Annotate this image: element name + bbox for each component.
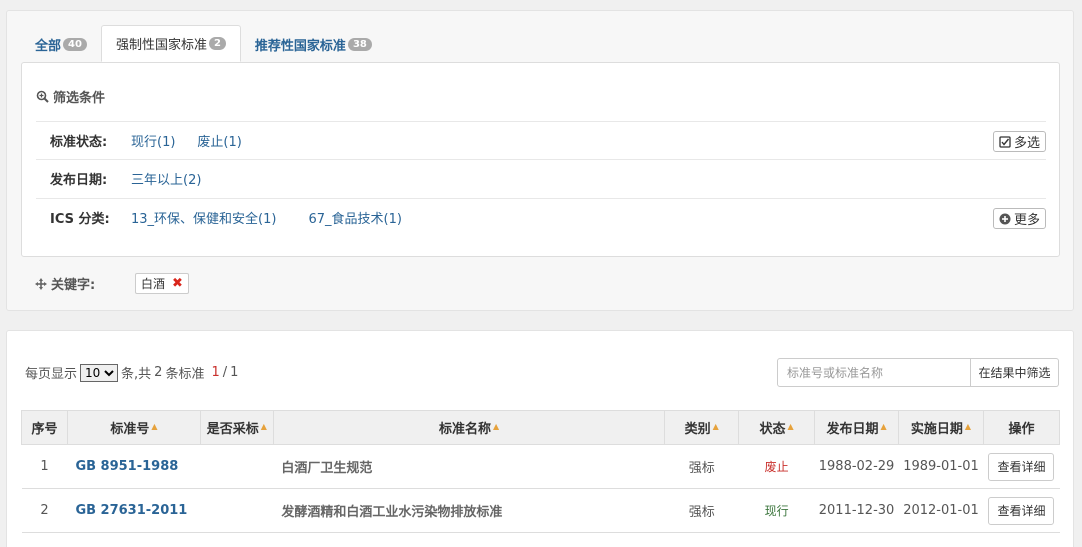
row-publish-date: 1988-02-29 (814, 444, 899, 489)
col-code[interactable]: 标准号 ▲ (66, 410, 201, 445)
filter-option-ics-67[interactable]: 67_食品技术(1) (308, 208, 401, 227)
tab-all[interactable]: 全部 40 (21, 25, 101, 63)
row-adopted (200, 444, 274, 489)
col-action: 操作 (982, 410, 1061, 445)
filter-option-active[interactable]: 现行(1) (131, 131, 175, 150)
keyword-label-text: 关键字: (51, 278, 96, 293)
view-detail-button[interactable]: 查看详细 (988, 452, 1055, 481)
row-effective-date: 2012-01-01 (898, 488, 984, 533)
standard-code-link[interactable]: GB 8951-1988 (67, 444, 201, 489)
standard-type-tabs: 全部 40 强制性国家标准 2 推荐性国家标准 38 (21, 25, 386, 63)
tab-mandatory[interactable]: 强制性国家标准 2 (100, 25, 241, 62)
tab-label: 推荐性国家标准 (254, 38, 346, 54)
total-unit: 条标准 (165, 367, 205, 382)
row-type: 强标 (664, 444, 739, 489)
keyword-tag-text: 白酒 (141, 277, 166, 291)
col-type[interactable]: 类别 ▲ (664, 410, 740, 445)
row-type: 强标 (664, 488, 739, 533)
count-badge: 2 (208, 37, 226, 50)
move-arrows-icon (35, 277, 47, 290)
row-action: 查看详细 (983, 444, 1060, 489)
row-adopted (200, 488, 274, 533)
row-status: 废止 (738, 444, 815, 489)
filter-option-abolished[interactable]: 废止(1) (197, 131, 241, 150)
keyword-label: 关键字: (35, 274, 130, 293)
total-prefix: 条,共 (121, 367, 152, 382)
table-row: 1 GB 8951-1988 白酒厂卫生规范 强标 废止 1988-02-29 … (21, 444, 1060, 489)
filter-label: ICS 分类: (50, 212, 110, 227)
filter-in-results-button[interactable]: 在结果中筛选 (971, 358, 1059, 387)
tab-label: 全部 (35, 38, 62, 54)
button-label: 更多 (1013, 213, 1040, 228)
standards-table: 序号 标准号 ▲ 是否采标 ▲ 标准名称 ▲ 类别 ▲ 状态 ▲ 发布日期 ▲ 实施日期 ▲ … (21, 410, 1061, 533)
keyword-tag: 白酒 ✖ (135, 273, 189, 294)
multi-select-button[interactable]: 多选 (992, 131, 1046, 152)
filter-row-ics: ICS 分类: 13_环保、保健和安全(1) 67_食品技术(1) 更多 (36, 198, 1046, 236)
table-row: 2 GB 27631-2011 发酵酒精和白酒工业水污染物排放标准 强标 现行 … (21, 488, 1060, 533)
status-badge: 废止 (764, 460, 789, 474)
status-badge: 现行 (764, 504, 789, 518)
sort-icon[interactable]: ▲ (261, 422, 267, 431)
col-index: 序号 (21, 410, 68, 445)
checkbox-edit-icon (999, 135, 1011, 148)
search-input[interactable] (777, 358, 971, 387)
filter-option-ics-13[interactable]: 13_环保、保健和安全(1) (131, 208, 276, 227)
sort-icon[interactable]: ▲ (151, 422, 157, 431)
button-label: 多选 (1013, 136, 1040, 151)
col-effective-date[interactable]: 实施日期 ▲ (898, 410, 984, 445)
sort-icon[interactable]: ▲ (965, 422, 971, 431)
sort-icon[interactable]: ▲ (493, 422, 499, 431)
table-header-row: 序号 标准号 ▲ 是否采标 ▲ 标准名称 ▲ 类别 ▲ 状态 ▲ 发布日期 ▲ 实施日期 ▲ … (21, 410, 1061, 445)
results-panel: 每页显示 10 条,共 2 条标准 1 / 1 在结果中筛选 序号 标准号▲ 是… (6, 330, 1074, 547)
search-icon (36, 90, 49, 103)
sort-icon[interactable]: ▲ (713, 422, 719, 431)
filter-label: 标准状态: (50, 135, 108, 150)
pagination-info: 每页显示 10 条,共 2 条标准 1 / 1 (25, 363, 238, 382)
page-size-select[interactable]: 10 (80, 363, 119, 382)
filter-option-over-three-years[interactable]: 三年以上(2) (131, 169, 201, 188)
remove-keyword-icon[interactable]: ✖ (172, 276, 183, 291)
more-button[interactable]: 更多 (992, 208, 1046, 229)
count-badge: 38 (347, 37, 372, 51)
col-name[interactable]: 标准名称 ▲ (272, 410, 666, 445)
filter-row-date: 发布日期: 三年以上(2) (36, 159, 1046, 197)
filter-title: 筛选条件 (36, 87, 105, 106)
view-detail-button[interactable]: 查看详细 (988, 496, 1055, 525)
row-status: 现行 (738, 488, 815, 533)
tab-recommended[interactable]: 推荐性国家标准 38 (241, 25, 386, 63)
page-separator: / (222, 365, 228, 380)
total-count: 2 (154, 365, 163, 380)
count-badge: 40 (63, 37, 87, 51)
standard-name: 发酵酒精和白酒工业水污染物排放标准 (273, 488, 665, 533)
current-page: 1 (211, 365, 220, 380)
sort-icon[interactable]: ▲ (788, 422, 794, 431)
tab-label: 强制性国家标准 (115, 38, 207, 53)
filter-title-text: 筛选条件 (53, 91, 106, 106)
plus-circle-icon (999, 213, 1011, 224)
sort-icon[interactable]: ▲ (880, 422, 886, 431)
page-size-prefix: 每页显示 (25, 367, 78, 382)
keyword-row: 关键字: 白酒 ✖ (35, 273, 189, 294)
row-index: 2 (21, 488, 68, 533)
standard-name: 白酒厂卫生规范 (273, 444, 665, 489)
filter-row-status: 标准状态: 现行(1) 废止(1) 多选 (36, 121, 1046, 159)
result-search: 在结果中筛选 (777, 358, 1059, 387)
standard-code-link[interactable]: GB 27631-2011 (67, 488, 201, 533)
filter-conditions-box: 筛选条件 标准状态: 现行(1) 废止(1) 多选 发布日期: 三年以上(2) … (21, 62, 1060, 257)
col-adopted[interactable]: 是否采标 ▲ (199, 410, 274, 445)
col-status[interactable]: 状态 ▲ (738, 410, 816, 445)
filter-panel: 全部 40 强制性国家标准 2 推荐性国家标准 38 筛选条件 标准状态: 现行… (6, 10, 1074, 311)
row-action: 查看详细 (983, 488, 1060, 533)
row-index: 1 (21, 444, 68, 489)
total-pages: 1 (230, 365, 239, 380)
filter-label: 发布日期: (50, 173, 108, 188)
row-publish-date: 2011-12-30 (814, 488, 899, 533)
col-publish-date[interactable]: 发布日期 ▲ (814, 410, 900, 445)
row-effective-date: 1989-01-01 (898, 444, 984, 489)
